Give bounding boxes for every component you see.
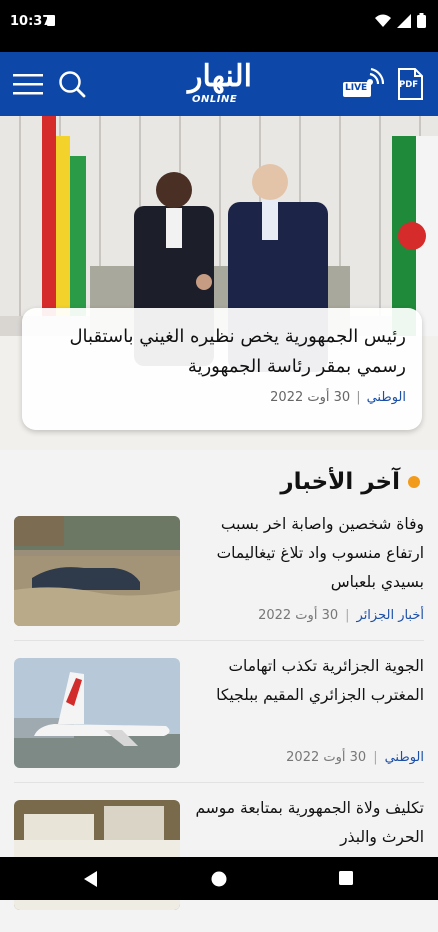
status-bar: 10:37 (0, 0, 438, 52)
news-title[interactable]: الجوية الجزائرية تكذب اتهامات المغترب ال… (194, 652, 424, 710)
meta-separator: | (345, 608, 350, 623)
news-item[interactable]: وفاة شخصين واصابة اخر بسبب ارتفاع منسوب … (0, 508, 438, 648)
wifi-icon (375, 14, 391, 27)
home-icon[interactable] (211, 871, 227, 887)
airplane-image (14, 658, 180, 768)
status-icons (375, 13, 426, 28)
latest-news-header: آخر الأخبار (280, 462, 420, 502)
live-label: LIVE (345, 83, 368, 93)
live-button[interactable]: LIVE (342, 66, 384, 102)
divider (14, 782, 424, 783)
hamburger-menu-icon (13, 74, 43, 95)
news-item[interactable]: الجوية الجزائرية تكذب اتهامات المغترب ال… (0, 650, 438, 790)
search-icon (59, 71, 86, 98)
news-thumbnail[interactable] (14, 516, 180, 626)
app-logo[interactable]: النهار ONLINE (168, 60, 272, 110)
app-header: النهار ONLINE LIVE PDF (0, 52, 438, 116)
battery-icon (417, 13, 426, 28)
news-category[interactable]: الوطني (385, 750, 424, 765)
search-button[interactable] (54, 66, 90, 102)
news-meta: الوطني | 30 أوت 2022 (286, 750, 424, 765)
news-title[interactable]: وفاة شخصين واصابة اخر بسبب ارتفاع منسوب … (194, 510, 424, 597)
signal-icon (397, 13, 411, 28)
news-meta: أخبار الجزائر | 30 أوت 2022 (258, 608, 424, 623)
pdf-label: PDF (399, 80, 419, 90)
menu-button[interactable] (10, 66, 46, 102)
news-thumbnail[interactable] (14, 658, 180, 768)
logo-online-text: ONLINE (192, 94, 238, 105)
news-date: 30 أوت 2022 (258, 608, 339, 623)
flood-car-image (14, 516, 180, 626)
divider (14, 640, 424, 641)
system-navigation-bar (0, 857, 438, 900)
logo-arabic-text: النهار (188, 59, 252, 94)
featured-article-title[interactable]: رئيس الجمهورية يخص نظيره الغيني باستقبال… (38, 322, 406, 382)
pdf-button[interactable]: PDF (396, 66, 424, 102)
news-date: 30 أوت 2022 (286, 750, 367, 765)
meta-separator: | (356, 390, 361, 405)
latest-news-title: آخر الأخبار (280, 469, 400, 495)
back-icon[interactable] (84, 871, 98, 887)
featured-article-meta: الوطني | 30 أوت 2022 (38, 390, 406, 405)
featured-article-card[interactable]: رئيس الجمهورية يخص نظيره الغيني باستقبال… (22, 308, 422, 430)
news-title[interactable]: تكليف ولاة الجمهورية بمتابعة موسم الحرث … (194, 794, 424, 852)
status-time: 10:37 (10, 14, 52, 29)
section-accent-dot (408, 476, 420, 488)
recents-icon[interactable] (339, 871, 353, 885)
featured-article-category[interactable]: الوطني (367, 390, 406, 405)
news-category[interactable]: أخبار الجزائر (357, 608, 424, 623)
sim-card-icon (47, 15, 55, 26)
meta-separator: | (373, 750, 378, 765)
featured-article-date: 30 أوت 2022 (270, 390, 351, 405)
